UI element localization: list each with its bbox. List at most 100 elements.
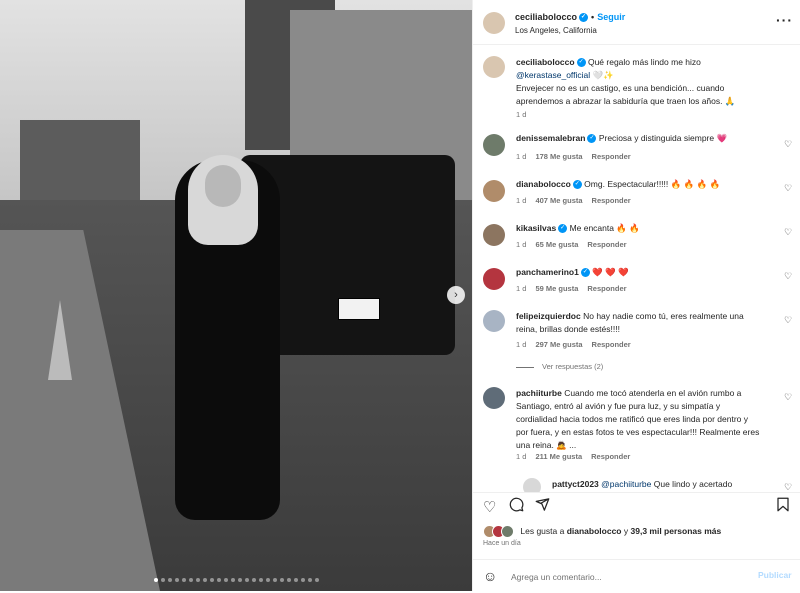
comment-time: 1 d [516, 196, 527, 205]
photo-traffic-cone [48, 300, 72, 380]
comment-time: 1 d [516, 240, 527, 249]
comment-text-row: pachiiturbe Cuando me tocó atenderla en … [516, 387, 761, 452]
comment-likes[interactable]: 407 Me gusta [535, 196, 582, 205]
likes-user[interactable]: dianabolocco [567, 526, 622, 536]
separator-dot: • [591, 12, 595, 22]
reply-text-row: pattyct2023 @pachiiturbe Que lindo y ace… [552, 478, 777, 491]
comment-meta: 1 d 59 Me gusta Responder [516, 284, 636, 293]
view-replies-button[interactable]: Ver respuestas (2) [516, 362, 603, 371]
like-heart-icon[interactable]: ♡ [784, 392, 792, 403]
emoji-icon[interactable]: ☺ [483, 568, 497, 584]
reply-button[interactable]: Responder [587, 240, 626, 249]
author-avatar[interactable] [483, 56, 505, 78]
commenter-avatar[interactable] [483, 310, 505, 332]
replier-avatar[interactable] [523, 478, 541, 492]
carousel-dot [279, 578, 284, 582]
commenter-avatar[interactable] [483, 387, 505, 409]
comment-username[interactable]: pachiiturbe [516, 388, 562, 398]
comment-likes[interactable]: 59 Me gusta [535, 284, 578, 293]
comment-input[interactable] [509, 568, 743, 586]
carousel-dot [174, 578, 179, 582]
commenter-avatar[interactable] [483, 134, 505, 156]
comment-username[interactable]: denissemalebran [516, 133, 585, 143]
carousel-dot [223, 578, 228, 582]
view-replies-label[interactable]: Ver respuestas (2) [542, 362, 603, 371]
next-slide-button[interactable]: › [447, 286, 465, 304]
verified-icon: ✓ [558, 224, 568, 234]
reply-text: Que lindo y acertado [653, 479, 733, 489]
reply-button[interactable]: Responder [591, 452, 630, 461]
post-actions: ♡ Les gusta a dianabolocco y 39,3 mil pe… [473, 492, 800, 592]
comment-likes[interactable]: 178 Me gusta [535, 152, 582, 161]
author-username[interactable]: ceciliabolocco [515, 12, 577, 22]
commenter-avatar[interactable] [483, 180, 505, 202]
comment-username[interactable]: panchamerino1 [516, 267, 579, 277]
carousel-dot [188, 578, 193, 582]
carousel-dot [244, 578, 249, 582]
carousel-dot [195, 578, 200, 582]
carousel-dot [167, 578, 172, 582]
author-row: ceciliabolocco ✓ • Seguir [515, 12, 625, 23]
comment-meta: 1 d 178 Me gusta Responder [516, 152, 640, 161]
comment-meta: 1 d 407 Me gusta Responder [516, 196, 640, 205]
post-side-panel: ceciliabolocco ✓ • Seguir Los Angeles, Cali… [472, 0, 800, 591]
author-avatar[interactable] [483, 12, 505, 34]
carousel-dot [251, 578, 256, 582]
publish-button[interactable]: Publicar [758, 570, 792, 580]
reply-mention[interactable]: @pachiiturbe [601, 479, 651, 489]
likes-text: Les gusta a dianabolocco y 39,3 mil pers… [520, 526, 721, 536]
comment-icon[interactable] [509, 497, 524, 516]
more-options-icon[interactable]: ··· [776, 12, 793, 28]
comments-list[interactable]: ceciliabolocco ✓ Qué regalo más lindo me … [473, 44, 800, 492]
photo-face [205, 165, 241, 207]
comment-meta: 1 d 211 Me gusta Responder [516, 452, 639, 461]
photo-license-plate [338, 298, 380, 320]
like-heart-icon[interactable]: ♡ [784, 183, 792, 194]
comment-username[interactable]: felipeizquierdoc [516, 311, 581, 321]
like-heart-icon[interactable]: ♡ [784, 139, 792, 150]
add-comment-bar: ☺ Publicar [473, 559, 800, 593]
carousel-dot [272, 578, 277, 582]
comment-likes[interactable]: 211 Me gusta [535, 452, 582, 461]
comment-likes[interactable]: 65 Me gusta [535, 240, 578, 249]
likes-summary[interactable]: Les gusta a dianabolocco y 39,3 mil pers… [483, 525, 721, 538]
reply-button[interactable]: Responder [587, 284, 626, 293]
verified-icon: ✓ [576, 58, 586, 68]
carousel-dot [293, 578, 298, 582]
commenter-avatar[interactable] [483, 268, 505, 290]
share-icon[interactable] [535, 497, 550, 516]
liker-avatar [501, 525, 514, 538]
caption-username[interactable]: ceciliabolocco [516, 57, 575, 67]
reply-username[interactable]: pattyct2023 [552, 479, 599, 489]
verified-icon: ✓ [572, 180, 582, 190]
save-bookmark-icon[interactable] [776, 497, 790, 516]
reply-button[interactable]: Responder [592, 152, 631, 161]
carousel-dot [300, 578, 305, 582]
comment-time: 1 d [516, 284, 527, 293]
comment-username[interactable]: kikasilvas [516, 223, 556, 233]
post-location[interactable]: Los Angeles, California [515, 26, 597, 35]
carousel-dot [153, 578, 158, 582]
comment-time: 1 d [516, 340, 527, 349]
like-heart-icon[interactable]: ♡ [784, 482, 792, 492]
reply-button[interactable]: Responder [592, 196, 631, 205]
carousel-dot [230, 578, 235, 582]
comment-username[interactable]: dianabolocco [516, 179, 571, 189]
follow-button[interactable]: Seguir [597, 12, 625, 22]
caption-meta: 1 d [516, 110, 535, 119]
like-heart-icon[interactable]: ♡ [784, 227, 792, 238]
reply-button[interactable]: Responder [592, 340, 631, 349]
like-heart-icon[interactable]: ♡ [483, 498, 496, 516]
verified-icon: ✓ [580, 268, 590, 278]
caption-mention[interactable]: @kerastase_official [516, 70, 590, 80]
like-heart-icon[interactable]: ♡ [784, 315, 792, 326]
caption-body: Envejecer no es un castigo, es una bendi… [516, 83, 736, 106]
post-photo[interactable]: › [0, 0, 472, 591]
commenter-avatar[interactable] [483, 224, 505, 246]
carousel-dot [160, 578, 165, 582]
comment-likes[interactable]: 297 Me gusta [535, 340, 582, 349]
likes-count[interactable]: 39,3 mil personas más [631, 526, 722, 536]
caption-time: 1 d [516, 110, 527, 119]
carousel-dot [314, 578, 319, 582]
like-heart-icon[interactable]: ♡ [784, 271, 792, 282]
